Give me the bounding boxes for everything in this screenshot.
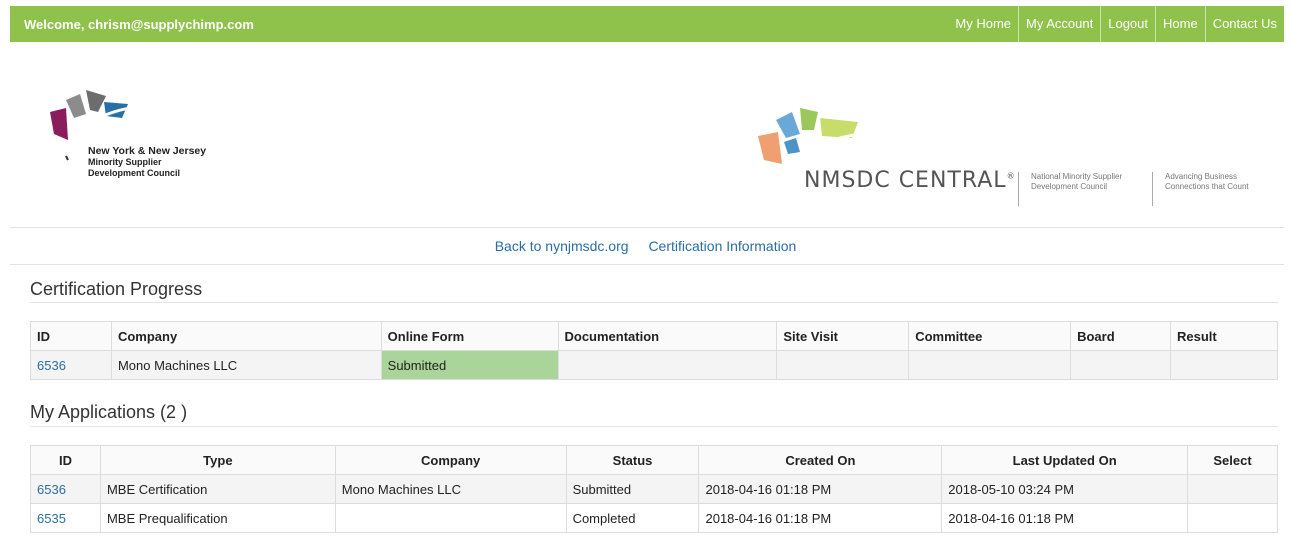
- progress-site-visit-cell: [776, 350, 910, 380]
- app-id-link[interactable]: 6536: [37, 482, 66, 497]
- nynj-logo-text: New York & New Jersey Minority Supplier …: [88, 146, 206, 179]
- table-row[interactable]: 6536 MBE Certification Mono Machines LLC…: [30, 474, 1278, 504]
- progress-online-form-status: Submitted: [380, 350, 559, 380]
- app-select-cell[interactable]: [1187, 503, 1278, 533]
- app-type-cell: MBE Certification: [99, 474, 336, 504]
- nav-home[interactable]: Home: [1155, 6, 1205, 42]
- nav-my-account[interactable]: My Account: [1018, 6, 1100, 42]
- welcome-text: Welcome, chrism@supplychimp.com: [24, 16, 254, 32]
- table-row: 6536 Mono Machines LLC Submitted: [30, 350, 1278, 380]
- certification-info-link[interactable]: Certification Information: [648, 238, 796, 254]
- progress-title-underline: [30, 302, 1278, 303]
- nynj-line3: Development Council: [88, 168, 181, 178]
- app-id-link[interactable]: 6535: [37, 511, 66, 526]
- progress-board-cell: [1070, 350, 1171, 380]
- nynj-line1: New York & New Jersey: [88, 145, 207, 157]
- top-nav: My Home My Account Logout Home Contact U…: [948, 6, 1284, 42]
- progress-company-cell: Mono Machines LLC: [110, 350, 382, 380]
- app-status-cell: Completed: [565, 503, 700, 533]
- col-header-company: Company: [334, 445, 567, 475]
- nynj-line2: Minority Supplier: [88, 157, 162, 167]
- col-header-documentation: Documentation: [557, 321, 778, 351]
- nmsdc-tagline-1: National Minority Supplier Development C…: [1018, 172, 1122, 206]
- table-row[interactable]: 6535 MBE Prequalification Completed 2018…: [30, 503, 1278, 533]
- back-to-site-link[interactable]: Back to nynjmsdc.org: [495, 238, 629, 254]
- progress-id-link[interactable]: 6536: [37, 358, 66, 373]
- progress-id-cell: 6536: [30, 350, 112, 380]
- col-header-board: Board: [1070, 321, 1171, 351]
- progress-documentation-cell: [557, 350, 778, 380]
- nmsdc-name: NMSDC CENTRAL®: [804, 168, 1016, 193]
- table-header-row: ID Type Company Status Created On Last U…: [30, 445, 1278, 475]
- my-applications-title: My Applications (2 ): [30, 402, 188, 422]
- sub-nav-links: Back to nynjmsdc.org Certification Infor…: [0, 238, 1291, 254]
- app-type-cell: MBE Prequalification: [99, 503, 336, 533]
- applications-title-underline: [30, 426, 1278, 427]
- app-updated-cell: 2018-04-16 01:18 PM: [941, 503, 1189, 533]
- top-bar: Welcome, chrism@supplychimp.com My Home …: [10, 6, 1284, 42]
- my-applications-table: ID Type Company Status Created On Last U…: [30, 445, 1278, 533]
- app-id-cell: 6535: [30, 503, 101, 533]
- app-created-cell: 2018-04-16 01:18 PM: [698, 503, 943, 533]
- nav-logout[interactable]: Logout: [1100, 6, 1155, 42]
- col-header-committee: Committee: [908, 321, 1072, 351]
- table-header-row: ID Company Online Form Documentation Sit…: [30, 321, 1278, 351]
- col-header-status: Status: [565, 445, 700, 475]
- certification-progress-title: Certification Progress: [30, 279, 203, 299]
- progress-result-cell: [1170, 350, 1278, 380]
- app-status-cell: Submitted: [565, 474, 700, 504]
- certification-progress-table: ID Company Online Form Documentation Sit…: [30, 321, 1278, 380]
- app-company-cell: [334, 503, 567, 533]
- col-header-select: Select: [1187, 445, 1278, 475]
- col-header-result: Result: [1170, 321, 1278, 351]
- col-header-last-updated-on: Last Updated On: [941, 445, 1189, 475]
- app-id-cell: 6536: [30, 474, 101, 504]
- nav-contact-us[interactable]: Contact Us: [1204, 6, 1284, 42]
- nmsdc-central-logo: NMSDC CENTRAL® National Minority Supplie…: [756, 108, 1276, 206]
- app-created-cell: 2018-04-16 01:18 PM: [698, 474, 943, 504]
- col-header-online-form: Online Form: [380, 321, 559, 351]
- app-updated-cell: 2018-05-10 03:24 PM: [941, 474, 1189, 504]
- col-header-site-visit: Site Visit: [776, 321, 910, 351]
- nav-my-home[interactable]: My Home: [948, 6, 1018, 42]
- col-header-id: ID: [30, 445, 101, 475]
- col-header-id: ID: [30, 321, 112, 351]
- nynj-msdc-logo: New York & New Jersey Minority Supplier …: [46, 90, 246, 190]
- col-header-type: Type: [99, 445, 336, 475]
- divider-bottom: [10, 264, 1284, 265]
- app-company-cell: Mono Machines LLC: [334, 474, 567, 504]
- col-header-company: Company: [110, 321, 382, 351]
- nmsdc-tagline-2: Advancing Business Connections that Coun…: [1152, 172, 1249, 206]
- divider-top: [10, 227, 1284, 228]
- progress-committee-cell: [908, 350, 1072, 380]
- col-header-created-on: Created On: [698, 445, 943, 475]
- app-select-cell[interactable]: [1187, 474, 1278, 504]
